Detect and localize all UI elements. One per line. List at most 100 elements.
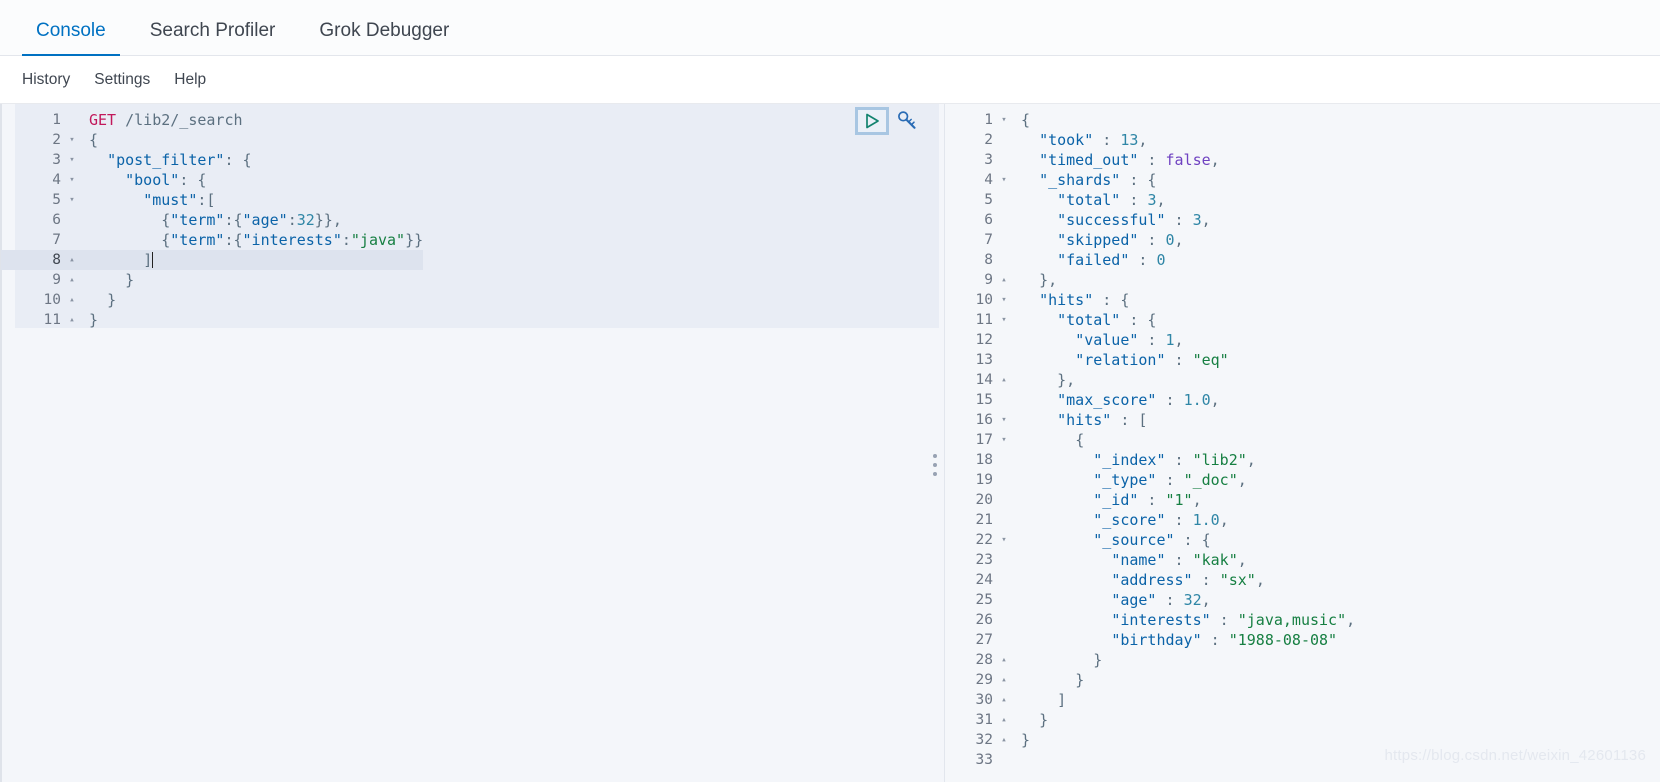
pane-splitter[interactable] (929, 104, 945, 782)
code-line-text: } (1039, 711, 1049, 729)
line-number: 19 (975, 472, 993, 488)
fold-toggle-icon[interactable]: ▾ (65, 170, 79, 190)
line-number: 22 (975, 532, 993, 548)
menu-item-history[interactable]: History (22, 71, 70, 89)
code-line: 16 ▾ "hits" : [ (945, 410, 1355, 430)
fold-toggle-icon[interactable]: ▾ (65, 190, 79, 210)
line-number: 9 (984, 272, 993, 288)
send-request-button[interactable] (855, 107, 889, 135)
code-line: 30 ▴ ] (945, 690, 1355, 710)
line-number: 18 (975, 452, 993, 468)
code-line: 5 "total" : 3, (945, 190, 1355, 210)
code-line-text: } (125, 271, 135, 289)
code-line: 10 ▾ "hits" : { (945, 290, 1355, 310)
code-line-text: "failed" : 0 (1057, 251, 1166, 269)
line-number: 24 (975, 572, 993, 588)
line-number: 6 (984, 212, 993, 228)
line-number: 15 (975, 392, 993, 408)
line-number: 11 (43, 312, 61, 328)
code-line-text: "_index" : "lib2", (1093, 451, 1256, 469)
code-line-text: "hits" : [ (1057, 411, 1148, 429)
line-number: 11 (975, 312, 993, 328)
code-line: 14 ▴ }, (945, 370, 1355, 390)
code-line: 19 "_type" : "_doc", (945, 470, 1355, 490)
code-line: 27 "birthday" : "1988-08-08" (945, 630, 1355, 650)
code-line: 4 ▾ "_shards" : { (945, 170, 1355, 190)
tab-grok-debugger[interactable]: Grok Debugger (297, 21, 471, 55)
editor-actions (855, 107, 921, 135)
line-number: 26 (975, 612, 993, 628)
code-line: 21 "_score" : 1.0, (945, 510, 1355, 530)
response-viewer-code: 1 ▾{2 "took" : 13, 3 "timed_out" : false, 4… (945, 110, 1356, 770)
code-line-text: } (1093, 651, 1103, 669)
fold-toggle-icon[interactable]: ▾ (65, 130, 79, 150)
code-line-text: "relation" : "eq" (1075, 351, 1229, 369)
fold-toggle-icon[interactable]: ▴ (997, 370, 1011, 390)
fold-toggle-icon[interactable]: ▴ (997, 690, 1011, 710)
code-line-text: { (89, 131, 99, 149)
code-line-text: } (1075, 671, 1085, 689)
fold-toggle-icon[interactable]: ▾ (997, 530, 1011, 550)
line-number: 7 (52, 232, 61, 248)
line-number: 28 (975, 652, 993, 668)
code-line: 29 ▴ } (945, 670, 1355, 690)
line-number: 12 (975, 332, 993, 348)
fold-toggle-icon[interactable]: ▴ (997, 710, 1011, 730)
tab-console[interactable]: Console (14, 21, 128, 56)
code-line-text: "timed_out" : false, (1039, 151, 1220, 169)
line-number: 1 (984, 112, 993, 128)
line-number: 2 (52, 132, 61, 148)
response-viewer-pane[interactable]: 1 ▾{2 "took" : 13, 3 "timed_out" : false, 4… (944, 104, 1660, 782)
code-line-text: "_type" : "_doc", (1093, 471, 1247, 489)
fold-toggle-icon[interactable]: ▴ (997, 650, 1011, 670)
fold-toggle-icon[interactable]: ▾ (997, 110, 1011, 130)
fold-toggle-icon[interactable]: ▾ (65, 150, 79, 170)
fold-toggle-icon[interactable]: ▴ (65, 250, 79, 270)
code-line-text: "age" : 32, (1111, 591, 1211, 609)
code-line: 3 ▾ "post_filter": { (1, 150, 423, 170)
code-line: 7 {"term":{"interests":"java"}} (1, 230, 423, 250)
line-number: 20 (975, 492, 993, 508)
fold-toggle-icon[interactable]: ▾ (997, 430, 1011, 450)
menu-item-help[interactable]: Help (174, 71, 206, 89)
line-number: 21 (975, 512, 993, 528)
code-line: 11 ▾ "total" : { (945, 310, 1355, 330)
line-number: 8 (52, 252, 61, 268)
fold-toggle-icon[interactable]: ▴ (65, 290, 79, 310)
code-line: 23 "name" : "kak", (945, 550, 1355, 570)
top-tab-bar: Console Search Profiler Grok Debugger (0, 0, 1660, 56)
fold-toggle-icon[interactable]: ▾ (997, 170, 1011, 190)
request-editor-pane[interactable]: 1 GET /lib2/_search 2 ▾{3 ▾ "post_filter": {… (0, 104, 939, 782)
line-number: 10 (43, 292, 61, 308)
code-line-text: "_shards" : { (1039, 171, 1157, 189)
code-line-text: "interests" : "java,music", (1111, 611, 1356, 629)
open-documentation-button[interactable] (893, 107, 921, 135)
line-number: 4 (984, 172, 993, 188)
fold-toggle-icon[interactable]: ▾ (997, 310, 1011, 330)
line-number: 7 (984, 232, 993, 248)
code-line: 28 ▴ } (945, 650, 1355, 670)
code-line-text: "total" : { (1057, 311, 1157, 329)
fold-toggle-icon[interactable]: ▾ (997, 290, 1011, 310)
code-line-text: "post_filter": { (107, 151, 252, 169)
code-line: 1 GET /lib2/_search (1, 110, 423, 130)
code-line: 32 ▴} (945, 730, 1355, 750)
line-number: 32 (975, 732, 993, 748)
line-number: 23 (975, 552, 993, 568)
fold-toggle-icon[interactable]: ▴ (65, 310, 79, 330)
code-line: 6 {"term":{"age":32}}, (1, 210, 423, 230)
code-line: 2 ▾ { (1, 130, 423, 150)
text-cursor (152, 252, 154, 268)
fold-toggle-icon[interactable]: ▴ (997, 270, 1011, 290)
fold-toggle-icon[interactable]: ▴ (997, 670, 1011, 690)
code-line: 17 ▾ { (945, 430, 1355, 450)
code-line: 3 "timed_out" : false, (945, 150, 1355, 170)
code-line-text: } (107, 291, 117, 309)
request-editor-code[interactable]: 1 GET /lib2/_search 2 ▾{3 ▾ "post_filter": {… (1, 110, 424, 330)
tab-search-profiler[interactable]: Search Profiler (128, 21, 298, 55)
code-line: 20 "_id" : "1", (945, 490, 1355, 510)
fold-toggle-icon[interactable]: ▴ (997, 730, 1011, 750)
fold-toggle-icon[interactable]: ▴ (65, 270, 79, 290)
fold-toggle-icon[interactable]: ▾ (997, 410, 1011, 430)
menu-item-settings[interactable]: Settings (94, 71, 150, 89)
